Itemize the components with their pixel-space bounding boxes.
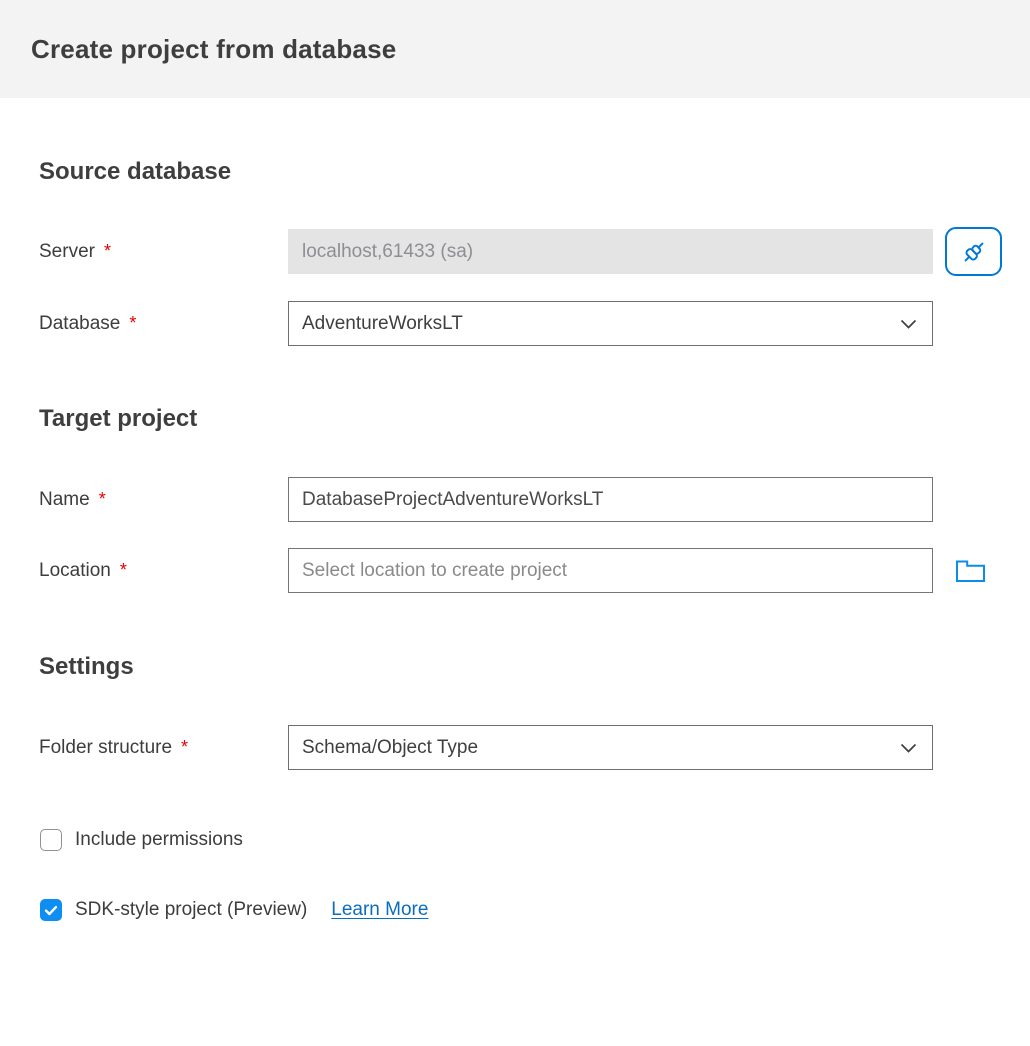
section-heading-target-project: Target project (39, 406, 1030, 432)
chevron-down-icon (900, 319, 917, 329)
location-input[interactable] (288, 548, 933, 593)
server-input (288, 229, 933, 274)
page-title: Create project from database (31, 34, 396, 65)
folder-structure-label: Folder structure * (39, 737, 288, 759)
database-label: Database * (39, 313, 288, 335)
location-field-row: Location * (39, 548, 1030, 593)
include-permissions-checkbox[interactable] (40, 829, 62, 851)
dialog-header: Create project from database (0, 0, 1030, 98)
required-asterisk: * (129, 313, 136, 332)
browse-location-button[interactable] (955, 559, 986, 583)
name-label: Name * (39, 489, 288, 511)
connect-server-button[interactable] (945, 227, 1002, 276)
database-dropdown[interactable]: AdventureWorksLT (288, 301, 933, 346)
dialog-body: Source database Server * Database (0, 159, 1030, 921)
server-field-row: Server * (39, 227, 1030, 276)
section-heading-source-database: Source database (39, 159, 1030, 185)
required-asterisk: * (181, 737, 188, 756)
folder-structure-field-row: Folder structure * Schema/Object Type (39, 725, 1030, 770)
database-field-row: Database * AdventureWorksLT (39, 301, 1030, 346)
chevron-down-icon (900, 743, 917, 753)
check-icon (44, 904, 58, 917)
project-name-input[interactable] (288, 477, 933, 522)
include-permissions-row: Include permissions (40, 829, 1030, 851)
database-dropdown-value: AdventureWorksLT (302, 313, 463, 335)
folder-structure-dropdown[interactable]: Schema/Object Type (288, 725, 933, 770)
learn-more-link[interactable]: Learn More (331, 899, 428, 921)
location-label: Location * (39, 560, 288, 582)
sdk-style-label: SDK-style project (Preview) (75, 899, 307, 921)
server-label: Server * (39, 241, 288, 263)
include-permissions-label: Include permissions (75, 829, 243, 851)
folder-icon (955, 559, 986, 583)
sdk-style-checkbox[interactable] (40, 899, 62, 921)
required-asterisk: * (104, 241, 111, 260)
section-heading-settings: Settings (39, 654, 1030, 680)
plug-icon (960, 238, 988, 266)
required-asterisk: * (120, 560, 127, 579)
folder-structure-dropdown-value: Schema/Object Type (302, 737, 478, 759)
name-field-row: Name * (39, 477, 1030, 522)
sdk-style-row: SDK-style project (Preview) Learn More (40, 899, 1030, 921)
required-asterisk: * (99, 489, 106, 508)
